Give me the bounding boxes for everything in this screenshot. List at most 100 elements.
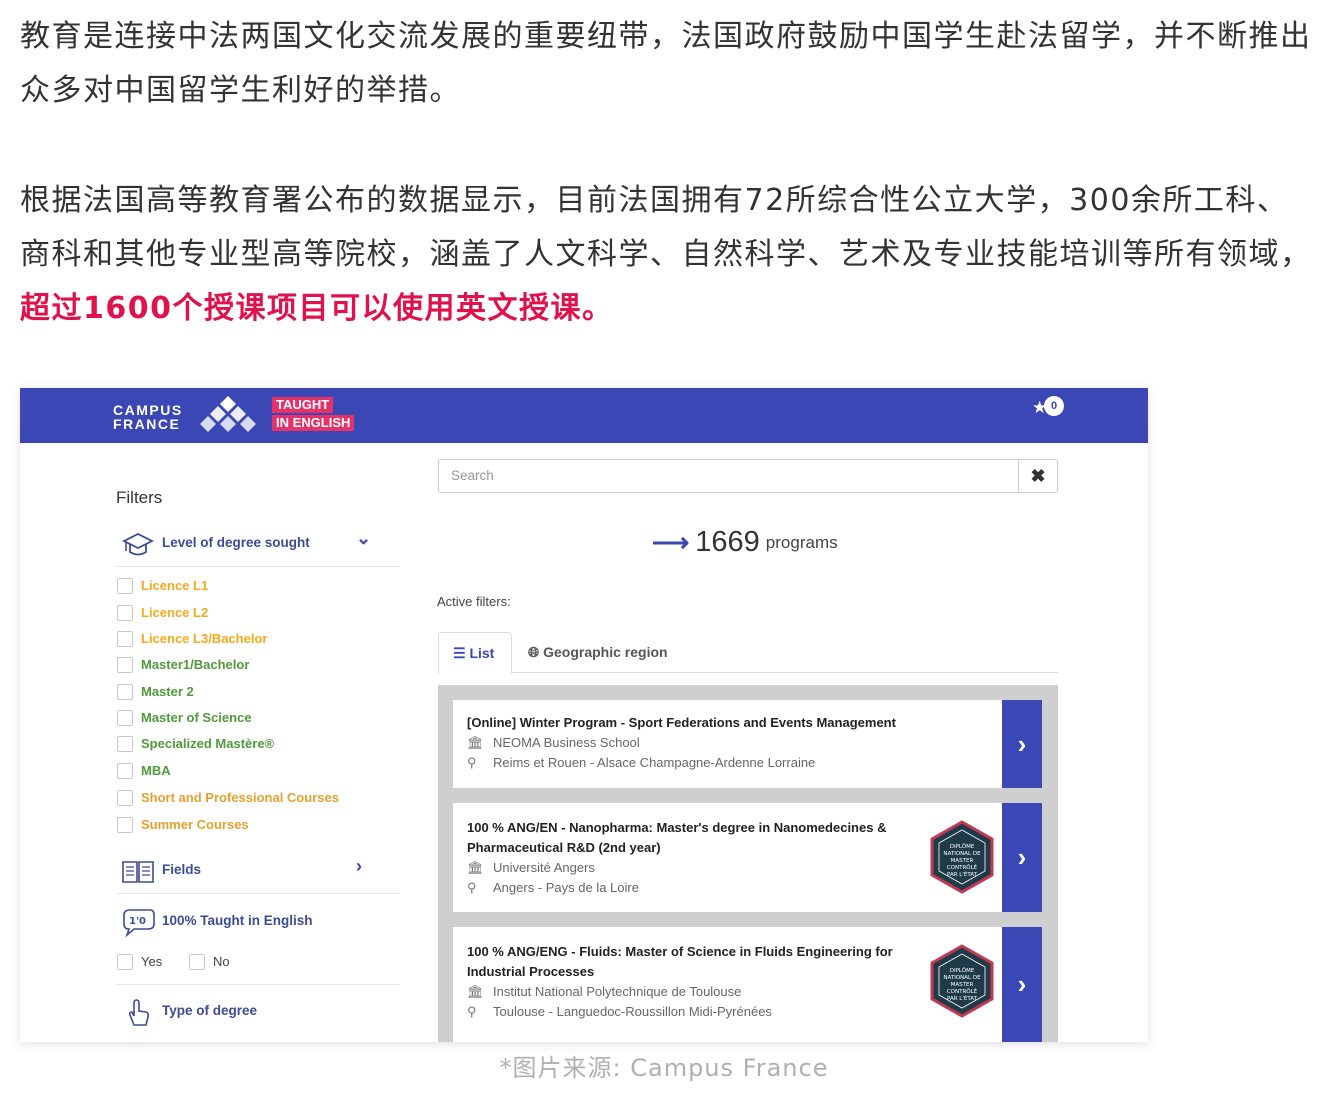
checkbox[interactable] xyxy=(117,817,133,833)
badge-line: CONTRÔLÉ xyxy=(947,987,978,995)
checkbox-label: Master of Science xyxy=(141,710,252,725)
tab-geographic-region[interactable]: 🌐︎ Geographic region xyxy=(528,644,668,661)
checkbox[interactable] xyxy=(117,684,133,700)
image-caption: *图片来源: Campus France xyxy=(499,1054,829,1082)
program-school: 🏛︎ Université Angers xyxy=(467,860,595,876)
program-card[interactable]: 100 % ANG/EN - Nanopharma: Master's degr… xyxy=(453,803,1042,912)
campus-france-screenshot: CAMPUS FRANCE TAUGHT IN ENGLISH ★ 0 Filt… xyxy=(20,388,1148,1042)
checkbox[interactable] xyxy=(117,790,133,806)
location-name: Reims et Rouen - Alsace Champagne-Ardenn… xyxy=(493,755,816,770)
results-count-unit: programs xyxy=(765,532,838,552)
svg-text:1'0: 1'0 xyxy=(129,916,146,927)
badge-line: DIPLÔME xyxy=(950,843,975,850)
checkbox-label: MBA xyxy=(141,763,171,778)
map-marker-icon: ⚲ xyxy=(467,1004,477,1019)
chevron-down-icon[interactable]: ⌄ xyxy=(356,528,371,549)
chevron-right-icon[interactable]: › xyxy=(1002,700,1042,788)
list-icon: ☰ xyxy=(453,645,466,661)
checkbox-label: Licence L1 xyxy=(141,578,209,593)
badge-line: MASTER xyxy=(951,858,974,864)
checkbox-label: No xyxy=(213,954,230,969)
program-school: 🏛︎ NEOMA Business School xyxy=(467,735,640,751)
program-title[interactable]: 100 % ANG/ENG - Fluids: Master of Scienc… xyxy=(467,942,917,982)
map-marker-icon: ⚲ xyxy=(467,880,477,895)
article-paragraph-2: 根据法国高等教育署公布的数据显示，目前法国拥有72所综合性公立大学，300余所工… xyxy=(20,174,1312,336)
program-card[interactable]: 100 % ANG/ENG - Fluids: Master of Scienc… xyxy=(453,927,1042,1042)
institution-icon: 🏛︎ xyxy=(467,860,484,875)
book-icon xyxy=(122,861,154,883)
checkbox[interactable] xyxy=(117,736,133,752)
paragraph-text: 根据法国高等教育署公布的数据显示，目前法国拥有72所综合性公立大学，300余所工… xyxy=(20,183,1312,272)
tab-list-label: ☰ List xyxy=(453,645,494,662)
tab-label: Geographic region xyxy=(543,644,668,660)
search-bar[interactable]: Search ✖ xyxy=(438,459,1058,493)
tabs-divider xyxy=(438,672,1058,673)
location-name: Toulouse - Languedoc-Roussillon Midi-Pyr… xyxy=(493,1004,772,1019)
checkbox-label: Specialized Mastère® xyxy=(141,736,275,751)
divider xyxy=(116,566,400,567)
campus-france-logo[interactable]: CAMPUS FRANCE xyxy=(113,403,183,431)
logo-line-1: CAMPUS xyxy=(113,402,183,418)
program-school: 🏛︎ Institut National Polytechnique de Tou… xyxy=(467,984,741,1000)
checkbox-label: Master 2 xyxy=(141,684,194,699)
article: 教育是连接中法两国文化交流发展的重要纽带，法国政府鼓励中国学生赴法留学，并不断推… xyxy=(0,0,1328,1096)
program-title[interactable]: [Online] Winter Program - Sport Federati… xyxy=(467,713,937,733)
checkbox[interactable] xyxy=(117,954,133,970)
active-filters-label: Active filters: xyxy=(437,594,511,609)
master-diploma-badge-icon: DIPLÔME NATIONAL DE MASTER CONTRÔLÉ PAR … xyxy=(930,820,994,894)
location-name: Angers - Pays de la Loire xyxy=(493,880,639,895)
taught-in-english-tag: TAUGHT IN ENGLISH xyxy=(272,397,355,433)
institution-icon: 🏛︎ xyxy=(467,735,484,750)
divider xyxy=(116,984,400,985)
checkbox-label: Short and Professional Courses xyxy=(141,790,339,805)
program-card[interactable]: [Online] Winter Program - Sport Federati… xyxy=(453,700,1042,788)
badge-line: DIPLÔME xyxy=(950,967,975,974)
chevron-right-icon[interactable]: › xyxy=(1002,803,1042,912)
filter-heading-label: Level of degree sought xyxy=(162,535,310,550)
speech-bubble-icon: 1'0 xyxy=(123,909,155,937)
checkbox[interactable] xyxy=(117,763,133,779)
map-marker-icon: ⚲ xyxy=(467,755,477,770)
graduation-cap-icon xyxy=(121,532,155,556)
chevron-right-icon[interactable]: › xyxy=(1002,927,1042,1042)
filter-heading-label: Fields xyxy=(162,862,202,877)
results-list: [Online] Winter Program - Sport Federati… xyxy=(438,685,1058,1042)
checkbox[interactable] xyxy=(189,954,205,970)
checkbox[interactable] xyxy=(117,710,133,726)
favorites-count-badge: 0 xyxy=(1044,396,1064,416)
chevron-right-icon[interactable]: › xyxy=(356,856,362,877)
tab-list[interactable]: ☰ List xyxy=(438,632,512,674)
filter-heading-label: 100% Taught in English xyxy=(162,913,313,928)
program-title[interactable]: 100 % ANG/EN - Nanopharma: Master's degr… xyxy=(467,818,937,858)
badge-line: PAR L'ÉTAT xyxy=(947,994,978,1002)
checkbox[interactable] xyxy=(117,605,133,621)
program-location: ⚲ Reims et Rouen - Alsace Champagne-Arden… xyxy=(467,755,815,771)
divider xyxy=(116,893,400,894)
logo-diamond-icon xyxy=(200,396,256,432)
tag-line-1: TAUGHT xyxy=(272,397,334,413)
checkbox[interactable] xyxy=(117,657,133,673)
arrow-right-icon: ⟶ xyxy=(652,527,690,557)
filters-title: Filters xyxy=(116,488,163,507)
close-icon[interactable]: ✖ xyxy=(1018,460,1057,492)
checkbox-label: Master1/Bachelor xyxy=(141,657,250,672)
tab-label: List xyxy=(469,645,495,661)
tag-line-2: IN ENGLISH xyxy=(272,415,355,431)
results-count-number: 1669 xyxy=(695,526,760,558)
checkbox[interactable] xyxy=(117,631,133,647)
hand-pointer-icon xyxy=(128,999,150,1026)
checkbox-label: Licence L2 xyxy=(141,605,209,620)
top-navigation-bar: CAMPUS FRANCE TAUGHT IN ENGLISH ★ 0 xyxy=(20,388,1148,443)
master-diploma-badge-icon: DIPLÔME NATIONAL DE MASTER CONTRÔLÉ PAR … xyxy=(930,944,994,1018)
checkbox-label: Yes xyxy=(141,954,163,969)
badge-line: NATIONAL DE xyxy=(943,975,981,981)
school-name: NEOMA Business School xyxy=(493,735,640,750)
school-name: Université Angers xyxy=(493,860,595,875)
search-input[interactable]: Search xyxy=(451,468,494,483)
badge-line: CONTRÔLÉ xyxy=(947,863,978,871)
checkbox[interactable] xyxy=(117,578,133,594)
checkbox-label: Licence L3/Bachelor xyxy=(141,631,268,646)
program-location: ⚲ Toulouse - Languedoc-Roussillon Midi-Py… xyxy=(467,1004,772,1020)
filter-heading-label: Type of degree xyxy=(162,1003,258,1018)
school-name: Institut National Polytechnique de Toulo… xyxy=(493,984,742,999)
